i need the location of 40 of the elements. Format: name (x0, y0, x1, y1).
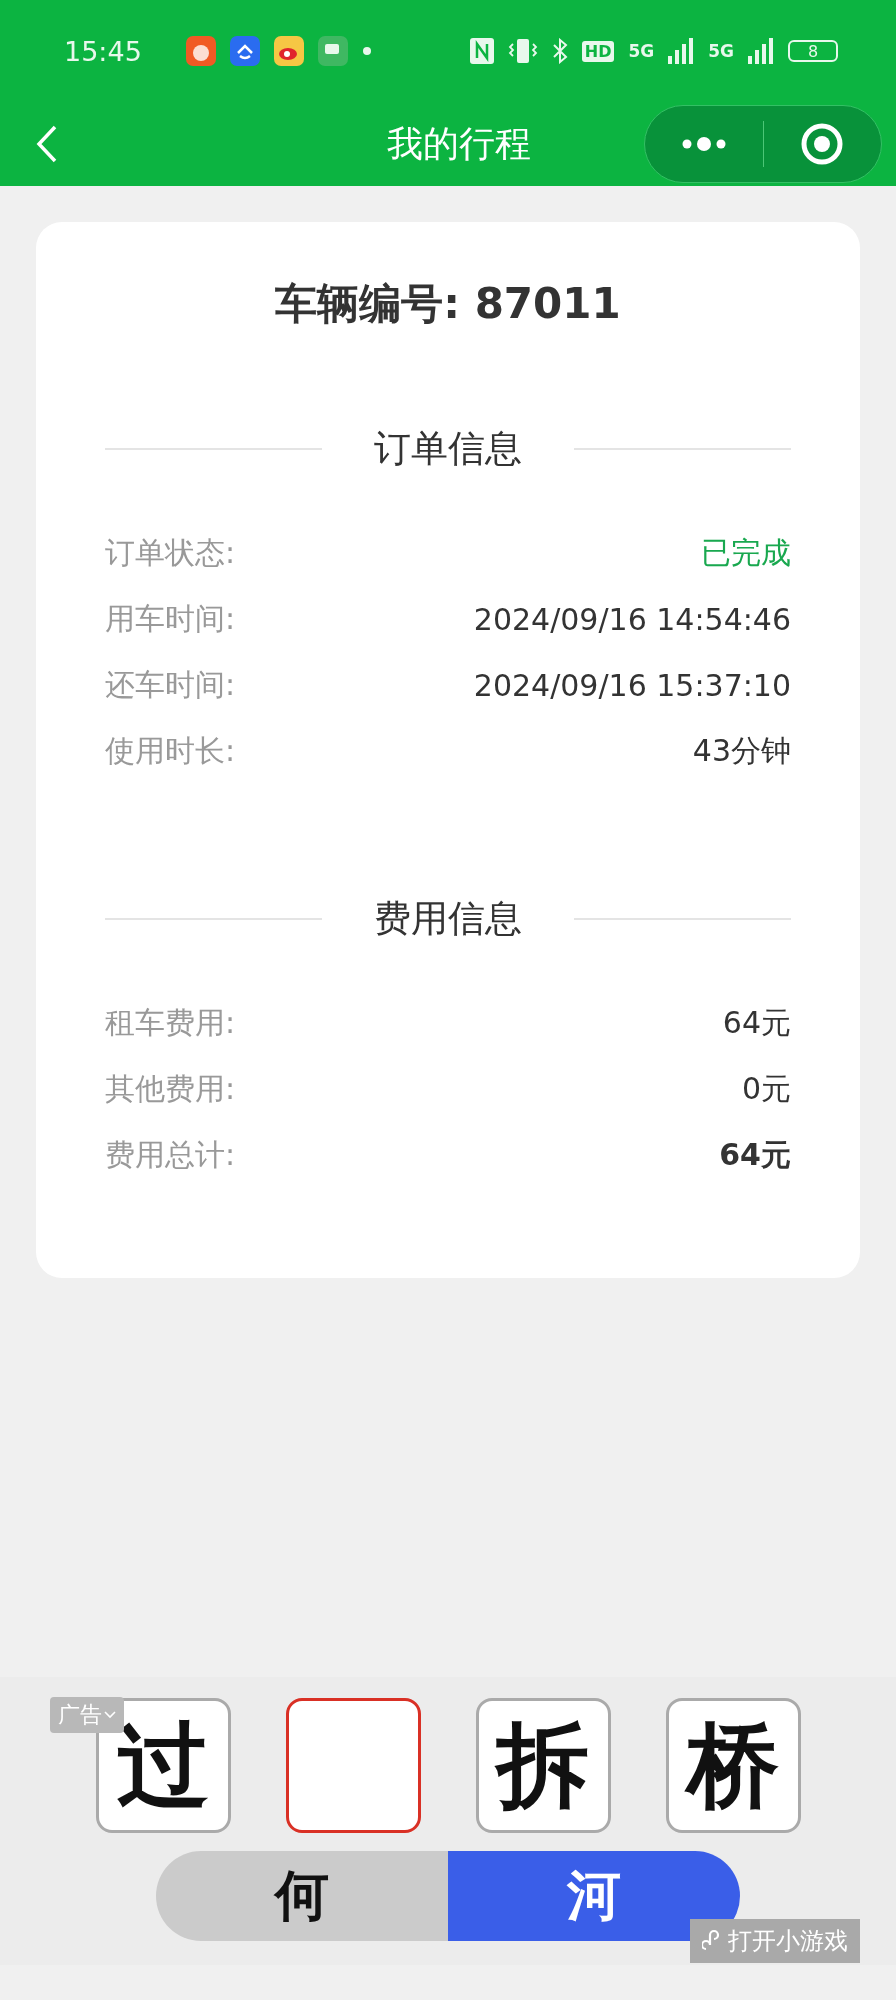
field-value: 0元 (741, 1069, 791, 1108)
vibrate-icon (507, 38, 538, 64)
bluetooth-icon (551, 38, 568, 64)
network-label: 5G (708, 41, 734, 61)
section-heading: 订单信息 (374, 426, 522, 472)
signal-icon (668, 38, 695, 64)
field-value: 2024/09/16 14:54:46 (473, 601, 791, 637)
field-value: 43分钟 (692, 731, 791, 770)
field-label: 用车时间: (105, 599, 236, 638)
field-label: 订单状态: (105, 533, 236, 572)
field-label: 其他费用: (105, 1069, 236, 1108)
app-icon (273, 36, 304, 66)
field-value: 64元 (722, 1003, 791, 1042)
choice-option[interactable]: 何 (156, 1851, 448, 1941)
vehicle-number: 车辆编号: 87011 (274, 278, 622, 330)
status-value: 已完成 (701, 533, 791, 572)
page-title: 我的行程 (387, 121, 531, 166)
chevron-icon (104, 1711, 116, 1719)
app-icon (185, 36, 216, 66)
field-label: 租车费用: (105, 1003, 236, 1042)
field-value: 2024/09/16 15:37:10 (473, 667, 791, 703)
ring-icon (800, 122, 845, 166)
hd-label: HD (581, 40, 615, 62)
network-label: 5G (628, 41, 655, 61)
app-icon (229, 36, 260, 66)
status-time: 15:45 (64, 35, 142, 67)
section-heading: 费用信息 (374, 896, 522, 942)
signal-icon (748, 38, 774, 64)
blank-tile[interactable] (285, 1698, 421, 1833)
character-tile[interactable]: 拆 (475, 1698, 611, 1833)
battery-icon: 8 (788, 40, 838, 62)
character-tile[interactable]: 桥 (665, 1698, 801, 1833)
field-label: 使用时长: (105, 731, 236, 770)
field-value: 64元 (719, 1135, 791, 1174)
dot-icon (361, 46, 372, 56)
nfc-icon (469, 38, 494, 64)
field-label: 还车时间: (105, 665, 236, 704)
chat-icon (317, 36, 348, 66)
field-label: 费用总计: (105, 1135, 236, 1174)
back-icon[interactable] (36, 124, 58, 164)
